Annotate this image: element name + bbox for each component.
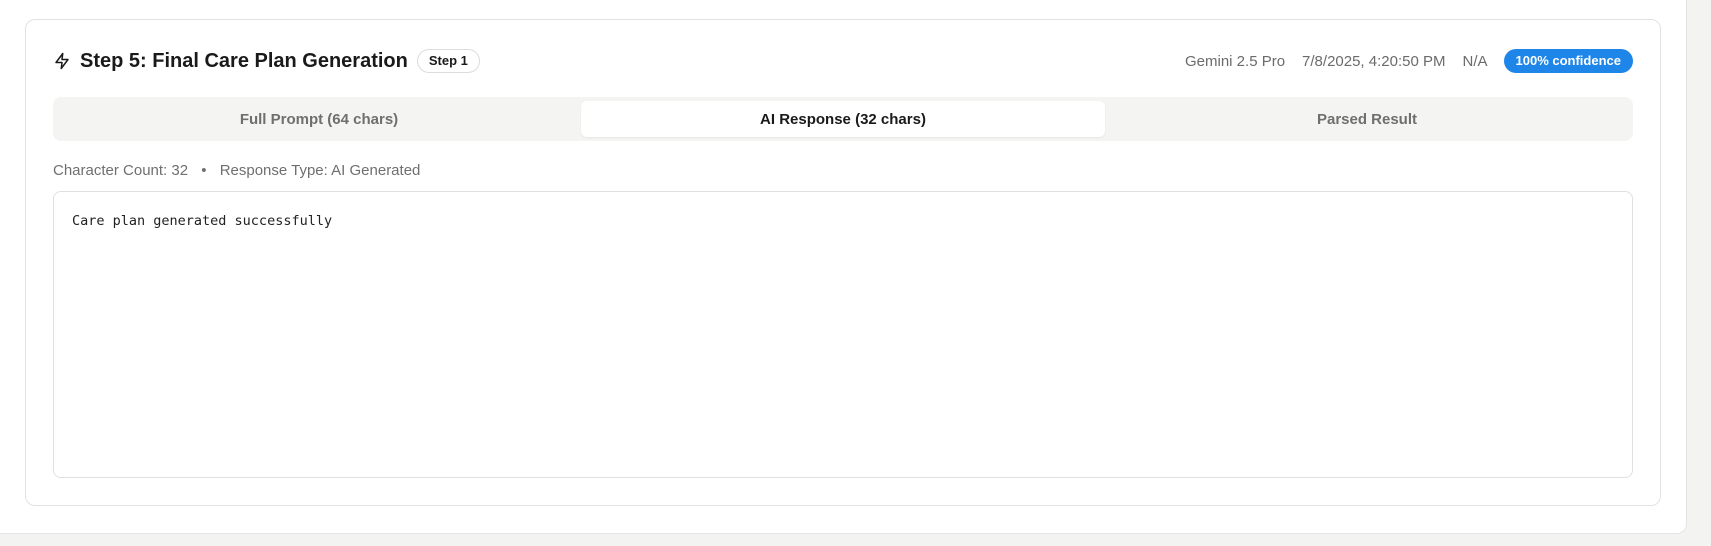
response-box[interactable]: Care plan generated successfully: [53, 191, 1633, 478]
step-header: Step 5: Final Care Plan Generation Step …: [53, 48, 1633, 74]
tab-bar: Full Prompt (64 chars) AI Response (32 c…: [53, 97, 1633, 141]
response-type: Response Type: AI Generated: [219, 162, 421, 179]
header-meta: Gemini 2.5 Pro 7/8/2025, 4:20:50 PM N/A …: [1185, 49, 1633, 73]
timestamp: 7/8/2025, 4:20:50 PM: [1302, 52, 1446, 70]
tab-full-prompt[interactable]: Full Prompt (64 chars): [57, 101, 581, 137]
model-name: Gemini 2.5 Pro: [1185, 52, 1286, 70]
info-separator: •: [201, 162, 207, 179]
header-left: Step 5: Final Care Plan Generation Step …: [53, 49, 480, 73]
step-badge: Step 1: [416, 49, 480, 73]
step-card: Step 5: Final Care Plan Generation Step …: [25, 19, 1661, 506]
tab-parsed-result[interactable]: Parsed Result: [1105, 101, 1629, 137]
duration: N/A: [1462, 52, 1488, 70]
tab-ai-response[interactable]: AI Response (32 chars): [581, 101, 1105, 137]
bolt-icon: [53, 52, 71, 70]
response-info: Character Count: 32 • Response Type: AI …: [53, 162, 420, 179]
confidence-badge: 100% confidence: [1503, 49, 1633, 73]
step-title: Step 5: Final Care Plan Generation: [80, 49, 408, 72]
response-text: Care plan generated successfully: [72, 213, 333, 229]
character-count: Character Count: 32: [53, 162, 189, 179]
